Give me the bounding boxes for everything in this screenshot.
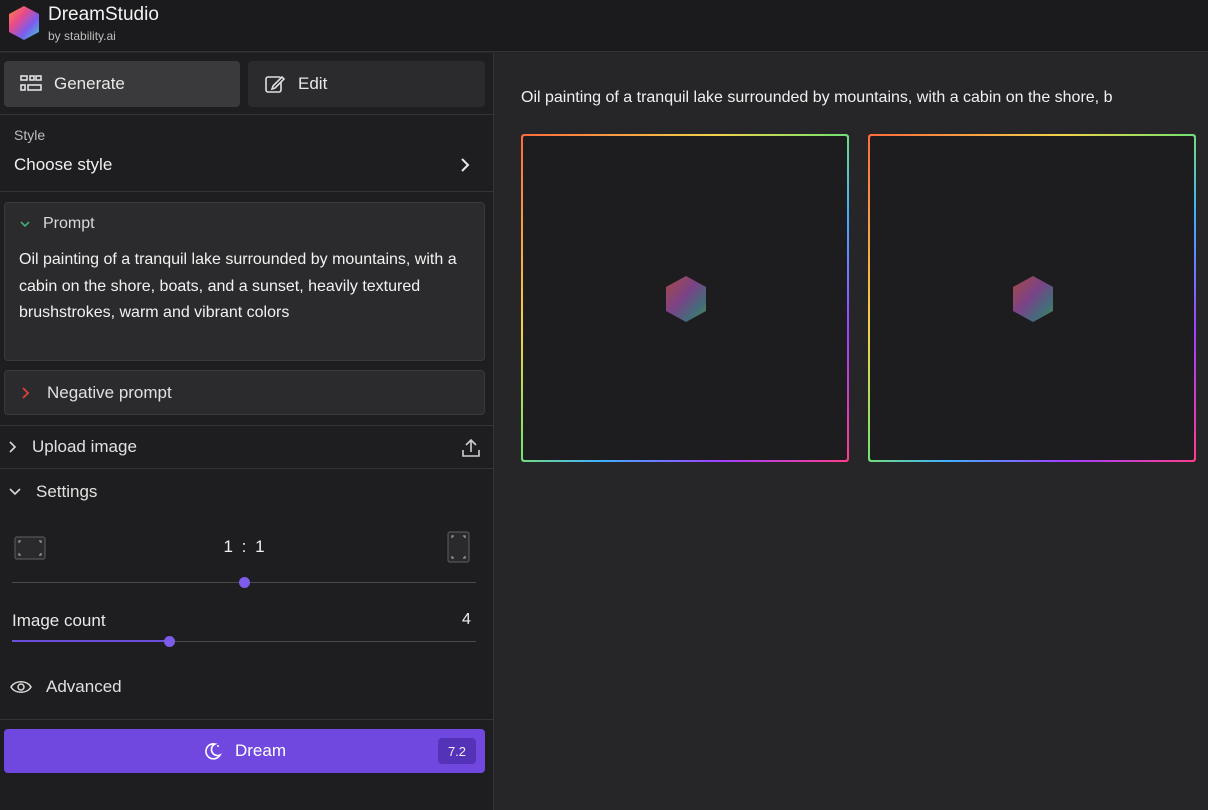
dream-button[interactable]: Dream	[4, 729, 485, 773]
advanced-toggle[interactable]: Advanced	[10, 677, 122, 697]
generation-prompt: Oil painting of a tranquil lake surround…	[521, 89, 1113, 106]
chevron-right-icon	[461, 158, 470, 172]
prompt-input[interactable]: Oil painting of a tranquil lake surround…	[19, 247, 459, 327]
chevron-right-icon	[22, 386, 30, 399]
dream-button-label: Dream	[234, 741, 286, 760]
grid-icon	[20, 75, 42, 91]
mode-tabs: Generate Edit	[0, 53, 494, 115]
chevron-down-icon	[20, 221, 30, 228]
tab-edit-label: Edit	[298, 74, 328, 93]
tab-edit[interactable]: Edit	[248, 61, 485, 107]
logo-icon[interactable]	[6, 4, 42, 42]
chevron-down-icon	[9, 488, 21, 496]
tab-generate[interactable]: Generate	[4, 61, 240, 107]
image-count-slider-thumb[interactable]	[164, 636, 175, 647]
negative-prompt-panel[interactable]: Negative prompt	[4, 370, 485, 415]
loading-hexagon-icon	[666, 276, 706, 322]
credit-cost-badge: 7.2	[438, 738, 476, 764]
loading-hexagon-icon	[1013, 276, 1053, 322]
prompt-title: Prompt	[43, 215, 95, 232]
settings-row[interactable]: Settings	[0, 470, 494, 514]
prompt-panel: Prompt Oil painting of a tranquil lake s…	[4, 202, 485, 361]
sidebar: Generate Edit Style Choose style Prompt …	[0, 53, 494, 810]
top-bar: DreamStudio by stability.ai	[0, 0, 1208, 52]
image-count-label: Image count	[12, 611, 106, 630]
advanced-label: Advanced	[46, 677, 122, 696]
app-subtitle: by stability.ai	[48, 29, 116, 43]
upload-image-row[interactable]: Upload image	[0, 425, 494, 469]
eye-icon	[10, 681, 32, 693]
tab-generate-label: Generate	[54, 74, 125, 93]
settings-label: Settings	[36, 482, 98, 501]
style-selector[interactable]: Style Choose style	[0, 115, 494, 192]
generation-placeholder-card[interactable]	[521, 134, 849, 462]
chevron-right-icon	[9, 441, 17, 453]
app-title: DreamStudio	[48, 4, 159, 25]
aspect-ratio-slider-thumb[interactable]	[239, 577, 250, 588]
image-count-slider-fill	[12, 640, 170, 642]
prompt-header[interactable]: Prompt	[19, 215, 95, 233]
generation-placeholder-card[interactable]	[868, 134, 1196, 462]
portrait-ratio-icon[interactable]	[447, 531, 470, 563]
image-count-value: 4	[462, 611, 471, 628]
footer-divider	[0, 719, 494, 720]
upload-image-label: Upload image	[32, 437, 137, 456]
moon-icon	[205, 743, 222, 760]
negative-prompt-title: Negative prompt	[47, 382, 172, 402]
edit-icon	[265, 75, 286, 93]
style-label: Style	[14, 127, 46, 143]
style-value: Choose style	[14, 155, 113, 174]
aspect-ratio-value: 1 : 1	[223, 537, 267, 556]
upload-icon[interactable]	[460, 437, 482, 459]
